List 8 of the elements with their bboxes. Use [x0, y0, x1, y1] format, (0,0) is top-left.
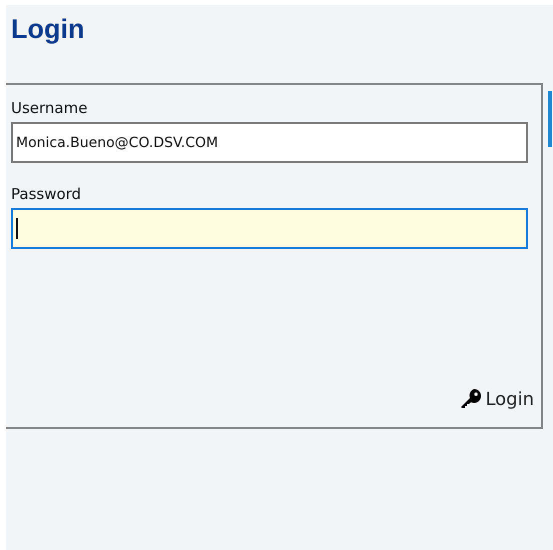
field-label: Password [11, 185, 82, 203]
field-label: Username [11, 99, 88, 117]
login-button[interactable]: Login [459, 387, 534, 411]
accent-bar [548, 91, 552, 147]
key-icon [459, 387, 484, 411]
page-title: Login [10, 13, 84, 46]
input-field[interactable]: Monica.Bueno@CO.DSV.COM [11, 122, 528, 163]
input-field[interactable] [11, 208, 528, 249]
